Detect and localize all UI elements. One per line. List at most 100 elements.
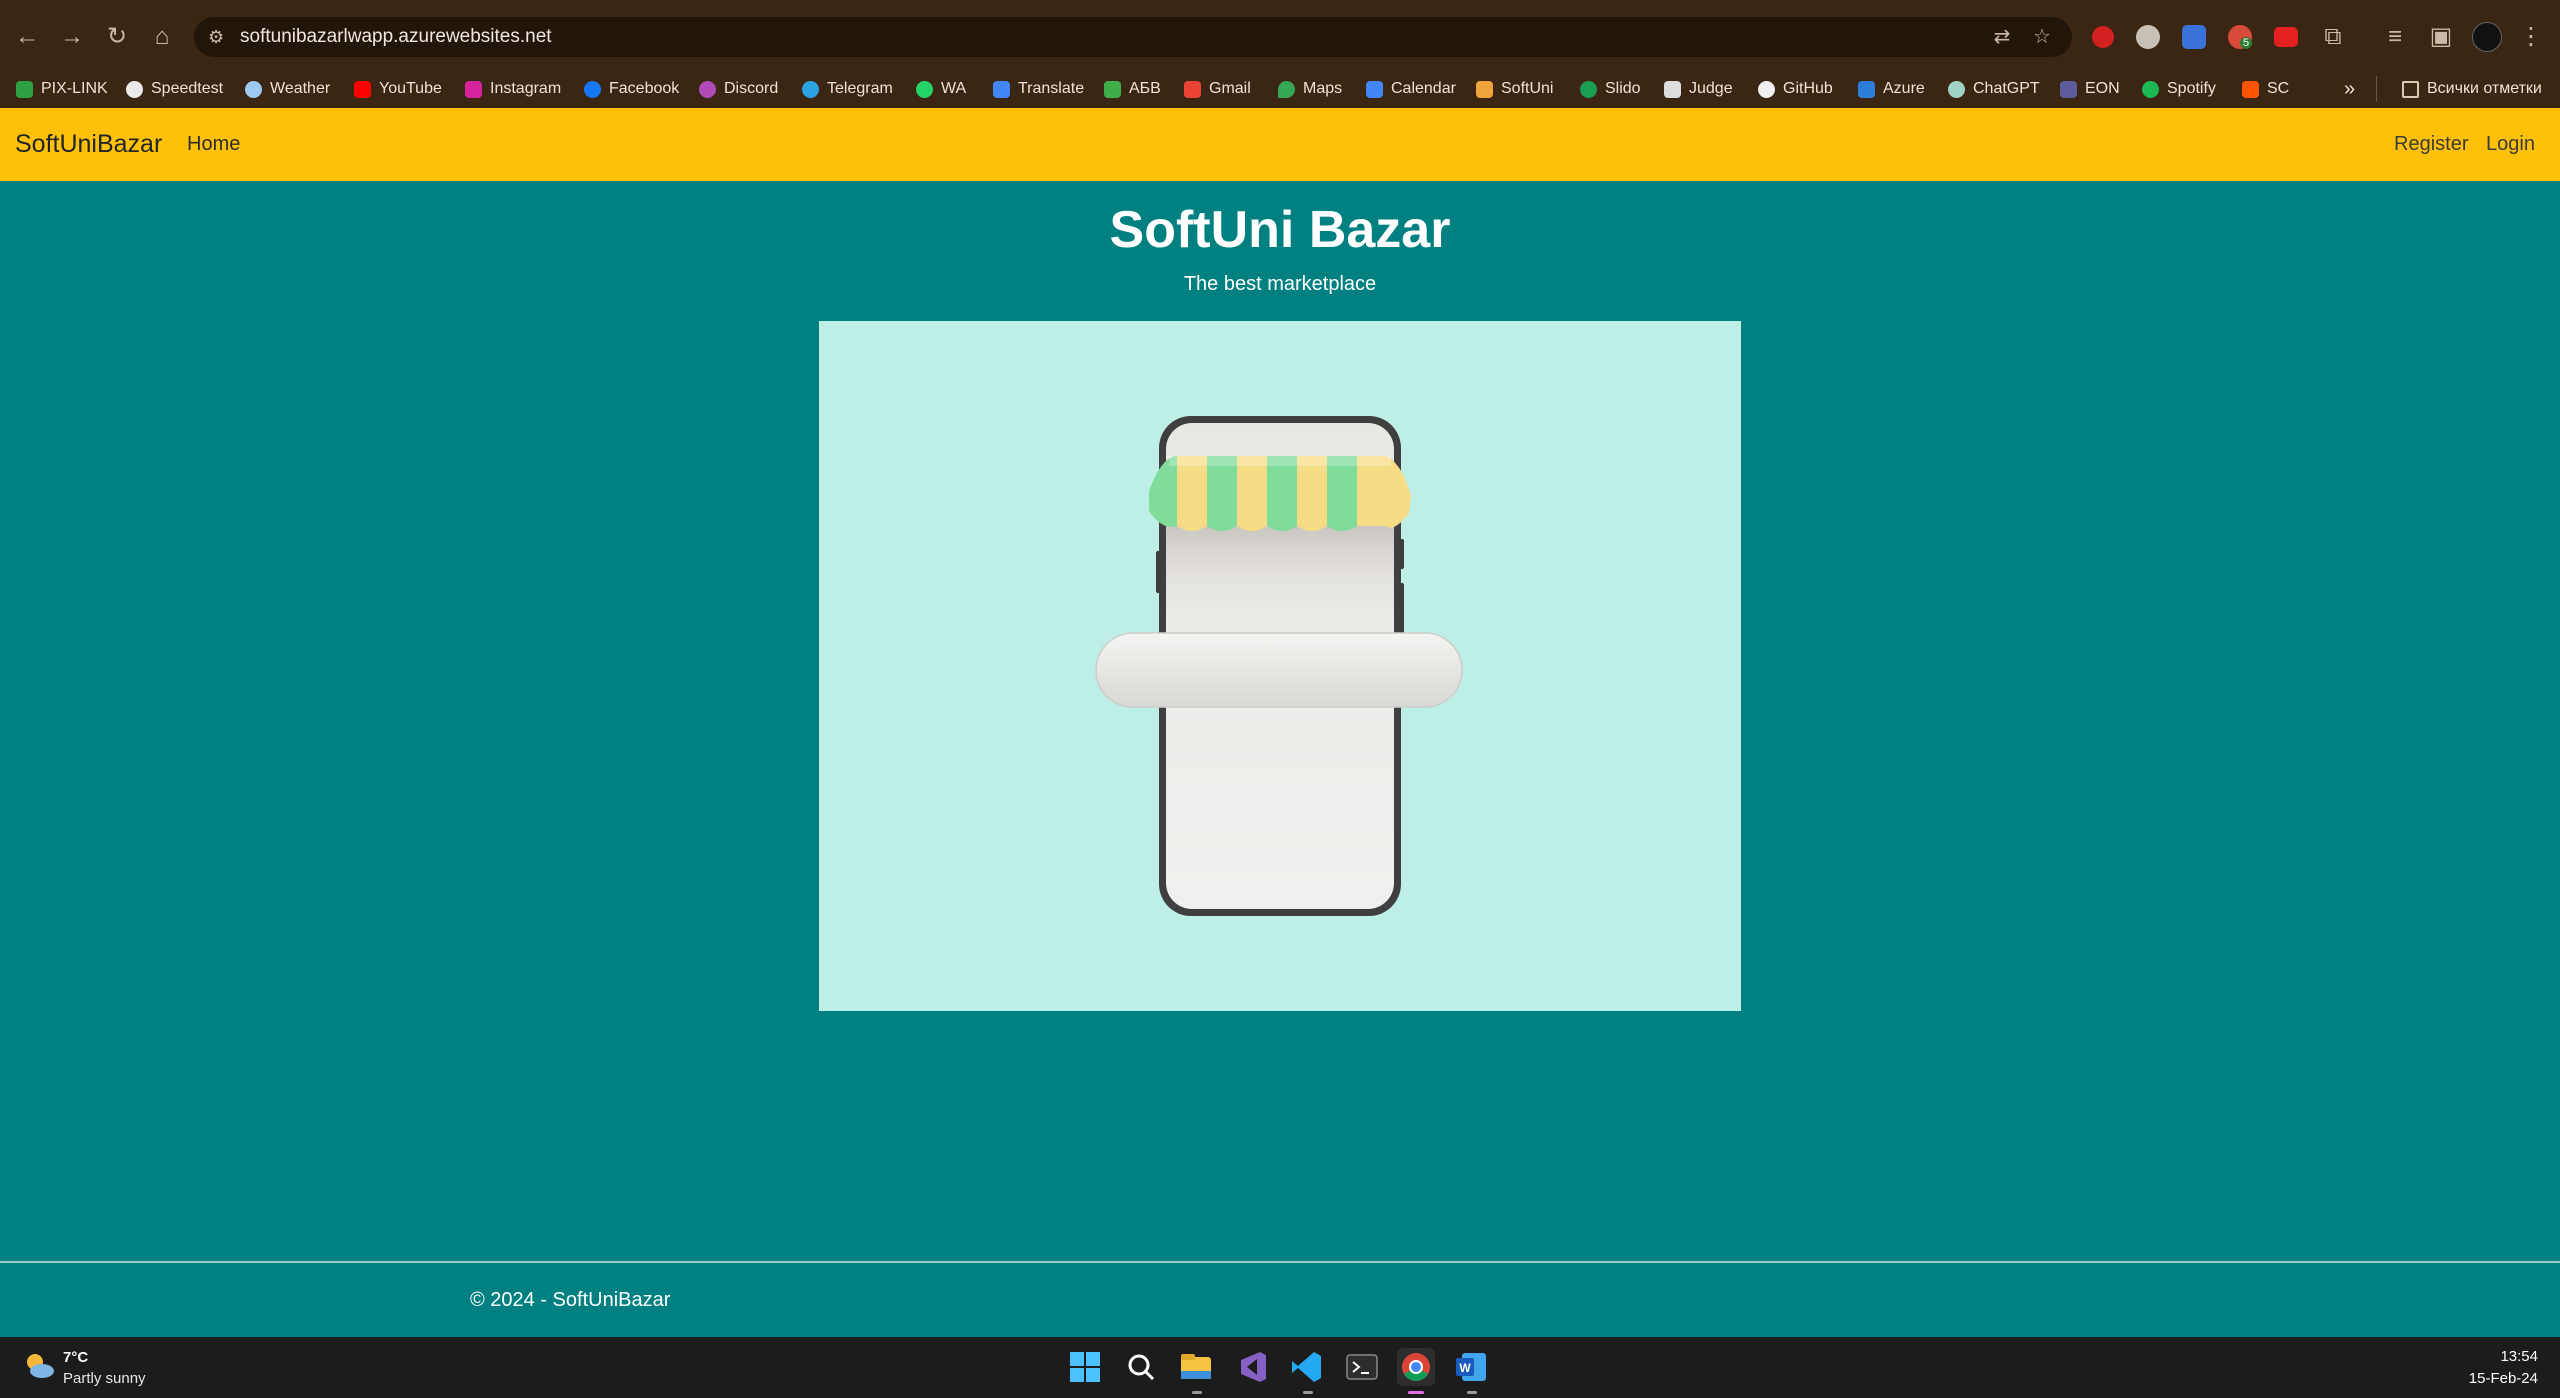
running-indicator bbox=[1467, 1391, 1477, 1394]
terminal-icon[interactable] bbox=[1343, 1348, 1381, 1386]
more-bookmarks-chevron-icon[interactable]: » bbox=[2344, 70, 2355, 108]
clock-date[interactable]: 15-Feb-24 bbox=[2469, 1370, 2538, 1387]
bookmark-item[interactable]: Speedtest bbox=[126, 70, 223, 108]
bookmark-item[interactable]: Facebook bbox=[584, 70, 679, 108]
maps-pin-icon bbox=[1278, 80, 1295, 98]
site-navbar: SoftUniBazar Home Register Login bbox=[0, 108, 2560, 181]
extension-icon[interactable] bbox=[2092, 26, 2114, 48]
soundcloud-icon bbox=[2242, 80, 2259, 98]
youtube-icon bbox=[354, 80, 371, 98]
hero-image bbox=[819, 321, 1741, 1011]
translate-icon[interactable]: ⇄ bbox=[1990, 25, 2014, 49]
discord-icon bbox=[699, 80, 716, 98]
weather-temperature[interactable]: 7°C bbox=[63, 1349, 88, 1366]
page-title: SoftUni Bazar bbox=[1109, 201, 1451, 259]
bookmark-item[interactable]: Azure bbox=[1858, 70, 1925, 108]
phone-shop-illustration bbox=[1095, 416, 1463, 916]
softuni-icon bbox=[1476, 80, 1493, 98]
bookmark-star-icon[interactable]: ☆ bbox=[2030, 25, 2054, 49]
folder-icon bbox=[2402, 80, 2419, 98]
windows-start-icon[interactable] bbox=[1066, 1348, 1104, 1386]
extension-icon[interactable]: 5 bbox=[2228, 25, 2253, 49]
search-icon[interactable] bbox=[1122, 1348, 1160, 1386]
spotify-icon bbox=[2142, 80, 2159, 98]
bookmark-item[interactable]: Instagram bbox=[465, 70, 561, 108]
running-indicator bbox=[1303, 1391, 1313, 1394]
bookmark-item[interactable]: PIX-LINK bbox=[16, 70, 108, 108]
visual-studio-icon[interactable] bbox=[1233, 1348, 1271, 1386]
profile-avatar[interactable] bbox=[2472, 22, 2502, 52]
browser-chrome: ← → ↻ ⌂ ⚙ softunibazarlwapp.azurewebsite… bbox=[0, 0, 2560, 108]
all-bookmarks-folder[interactable]: Всички отметки bbox=[2402, 70, 2542, 108]
translate-icon bbox=[993, 80, 1010, 98]
clock-time[interactable]: 13:54 bbox=[2500, 1348, 2538, 1365]
whatsapp-icon bbox=[916, 80, 933, 98]
svg-text:W: W bbox=[1459, 1361, 1471, 1375]
bookmark-item[interactable]: Maps bbox=[1278, 70, 1342, 108]
bookmark-item[interactable]: Spotify bbox=[2142, 70, 2216, 108]
bookmark-item[interactable]: WA bbox=[916, 70, 966, 108]
active-indicator bbox=[1408, 1391, 1424, 1394]
running-indicator bbox=[1192, 1391, 1202, 1394]
word-icon[interactable]: W bbox=[1452, 1348, 1490, 1386]
menu-kebab-icon[interactable]: ⋮ bbox=[2514, 20, 2548, 54]
awning-icon bbox=[1149, 456, 1411, 531]
extensions-puzzle-icon[interactable]: ⧉ bbox=[2316, 20, 2350, 54]
slido-icon bbox=[1580, 80, 1597, 98]
toolbar: ← → ↻ ⌂ ⚙ softunibazarlwapp.azurewebsite… bbox=[0, 0, 2560, 74]
nav-home-link[interactable]: Home bbox=[187, 133, 240, 156]
azure-icon bbox=[1858, 80, 1875, 98]
bookmark-item[interactable]: Slido bbox=[1580, 70, 1641, 108]
bookmark-item[interactable]: GitHub bbox=[1758, 70, 1833, 108]
translate-extension-icon[interactable] bbox=[2182, 25, 2206, 49]
forward-arrow-icon[interactable]: → bbox=[55, 20, 89, 54]
vs-code-icon[interactable] bbox=[1288, 1348, 1326, 1386]
media-controls-icon[interactable]: ≡ bbox=[2378, 20, 2412, 54]
footer-divider bbox=[0, 1261, 2560, 1263]
bookmark-item[interactable]: АБВ bbox=[1104, 70, 1161, 108]
site-info-icon[interactable]: ⚙ bbox=[208, 26, 230, 48]
nav-login-link[interactable]: Login bbox=[2486, 133, 2535, 156]
home-house-icon bbox=[1104, 80, 1121, 98]
reload-icon[interactable]: ↻ bbox=[100, 20, 134, 54]
bookmark-item[interactable]: SC bbox=[2242, 70, 2289, 108]
extension-badge: 5 bbox=[2240, 37, 2253, 49]
side-panel-icon[interactable]: ▣ bbox=[2424, 20, 2458, 54]
weather-description[interactable]: Partly sunny bbox=[63, 1370, 146, 1387]
nav-register-link[interactable]: Register bbox=[2394, 133, 2468, 156]
bookmark-item[interactable]: Gmail bbox=[1184, 70, 1251, 108]
chatgpt-icon bbox=[1948, 80, 1965, 98]
bookmark-item[interactable]: Translate bbox=[993, 70, 1084, 108]
bookmarks-divider bbox=[2376, 76, 2377, 102]
bookmark-item[interactable]: Weather bbox=[245, 70, 330, 108]
url-text[interactable]: softunibazarlwapp.azurewebsites.net bbox=[240, 26, 552, 48]
youtube-extension-icon[interactable] bbox=[2274, 27, 2298, 47]
github-icon bbox=[1758, 80, 1775, 98]
bookmark-item[interactable]: YouTube bbox=[354, 70, 442, 108]
address-bar[interactable]: ⚙ softunibazarlwapp.azurewebsites.net ⇄ … bbox=[194, 17, 2072, 57]
weather-icon bbox=[245, 80, 262, 98]
chrome-icon[interactable] bbox=[1397, 1348, 1435, 1386]
bookmark-item[interactable]: Judge bbox=[1664, 70, 1733, 108]
bookmark-item[interactable]: SoftUni bbox=[1476, 70, 1553, 108]
page-subtitle: The best marketplace bbox=[1183, 273, 1377, 295]
bookmark-item[interactable]: EON bbox=[2060, 70, 2120, 108]
brand-link[interactable]: SoftUniBazar bbox=[15, 130, 162, 159]
file-explorer-icon[interactable] bbox=[1177, 1348, 1215, 1386]
judge-icon bbox=[1664, 80, 1681, 98]
extension-icon[interactable] bbox=[2136, 25, 2160, 49]
windows-taskbar: 7°C Partly sunny W 13:54 15-Feb-24 bbox=[0, 1337, 2560, 1398]
gmail-icon bbox=[1184, 80, 1201, 98]
telegram-icon bbox=[802, 80, 819, 98]
bookmark-item[interactable]: Telegram bbox=[802, 70, 893, 108]
back-arrow-icon[interactable]: ← bbox=[10, 20, 44, 54]
bookmark-item[interactable]: Calendar bbox=[1366, 70, 1456, 108]
bookmark-item[interactable]: ChatGPT bbox=[1948, 70, 2040, 108]
footer-copyright: © 2024 - SoftUniBazar bbox=[470, 1289, 671, 1311]
bookmarks-bar: PIX-LINK Speedtest Weather YouTube Insta… bbox=[0, 70, 2560, 108]
instagram-icon bbox=[465, 80, 482, 98]
facebook-icon bbox=[584, 80, 601, 98]
weather-widget-icon[interactable] bbox=[22, 1349, 56, 1383]
bookmark-item[interactable]: Discord bbox=[699, 70, 778, 108]
home-icon[interactable]: ⌂ bbox=[145, 20, 179, 54]
